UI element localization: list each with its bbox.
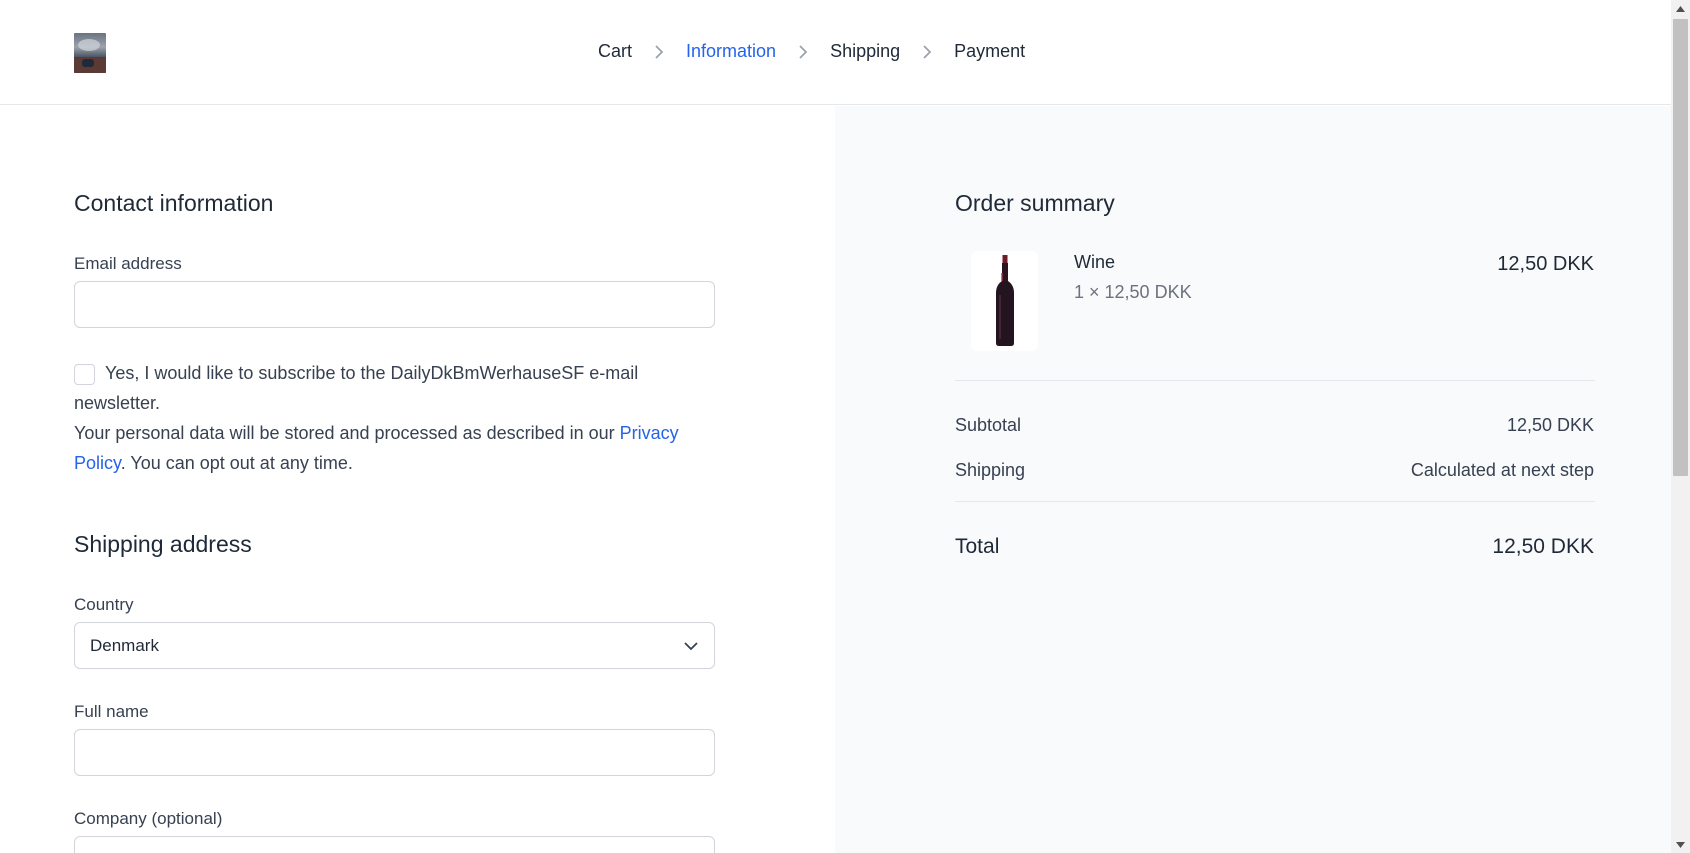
shipping-address-heading: Shipping address xyxy=(74,531,252,557)
full-name-input[interactable] xyxy=(74,729,715,776)
summary-divider xyxy=(955,501,1595,502)
step-payment[interactable]: Payment xyxy=(954,41,1025,62)
privacy-text: Your personal data will be stored and pr… xyxy=(74,423,620,443)
newsletter-text: Yes, I would like to subscribe to the Da… xyxy=(74,363,639,413)
scrollbar-thumb[interactable] xyxy=(1673,19,1688,476)
chevron-right-icon xyxy=(654,44,664,59)
item-name: Wine xyxy=(1074,252,1116,272)
company-label: Company (optional) xyxy=(74,809,223,828)
full-name-label: Full name xyxy=(74,702,149,721)
email-label: Email address xyxy=(74,254,182,273)
shipping-label: Shipping xyxy=(955,460,1026,480)
subtotal-value: 12,50 DKK xyxy=(1506,415,1594,435)
order-summary-heading: Order summary xyxy=(955,190,1115,216)
wine-bottle-image xyxy=(971,251,1038,351)
checkout-steps-breadcrumb: Cart Information Shipping Payment xyxy=(598,41,1025,62)
chevron-right-icon xyxy=(922,44,932,59)
step-shipping[interactable]: Shipping xyxy=(830,41,900,62)
newsletter-consent: Yes, I would like to subscribe to the Da… xyxy=(74,358,724,478)
shipping-value: Calculated at next step xyxy=(1410,460,1594,480)
company-input[interactable] xyxy=(74,836,715,853)
privacy-text-end: . You can opt out at any time. xyxy=(120,453,353,473)
item-quantity-price: 1 × 12,50 DKK xyxy=(1074,282,1192,302)
checkout-header: Cart Information Shipping Payment xyxy=(0,0,1671,105)
store-logo[interactable] xyxy=(74,33,106,73)
contact-information-heading: Contact information xyxy=(74,190,274,216)
chevron-right-icon xyxy=(798,44,808,59)
country-label: Country xyxy=(74,595,134,614)
total-label: Total xyxy=(955,535,1000,558)
step-cart[interactable]: Cart xyxy=(598,41,632,62)
country-select[interactable]: Denmark xyxy=(74,622,715,669)
step-information[interactable]: Information xyxy=(686,41,776,62)
email-input[interactable] xyxy=(74,281,715,328)
scroll-up-arrow-icon[interactable] xyxy=(1671,0,1690,17)
item-total-price: 12,50 DKK xyxy=(1497,253,1594,275)
subtotal-label: Subtotal xyxy=(955,415,1022,435)
scroll-down-arrow-icon[interactable] xyxy=(1671,836,1690,853)
summary-divider xyxy=(955,380,1595,381)
page-scrollbar[interactable] xyxy=(1671,0,1690,853)
chevron-down-icon xyxy=(684,641,698,650)
total-value: 12,50 DKK xyxy=(1492,535,1594,558)
country-selected-value: Denmark xyxy=(90,635,159,655)
